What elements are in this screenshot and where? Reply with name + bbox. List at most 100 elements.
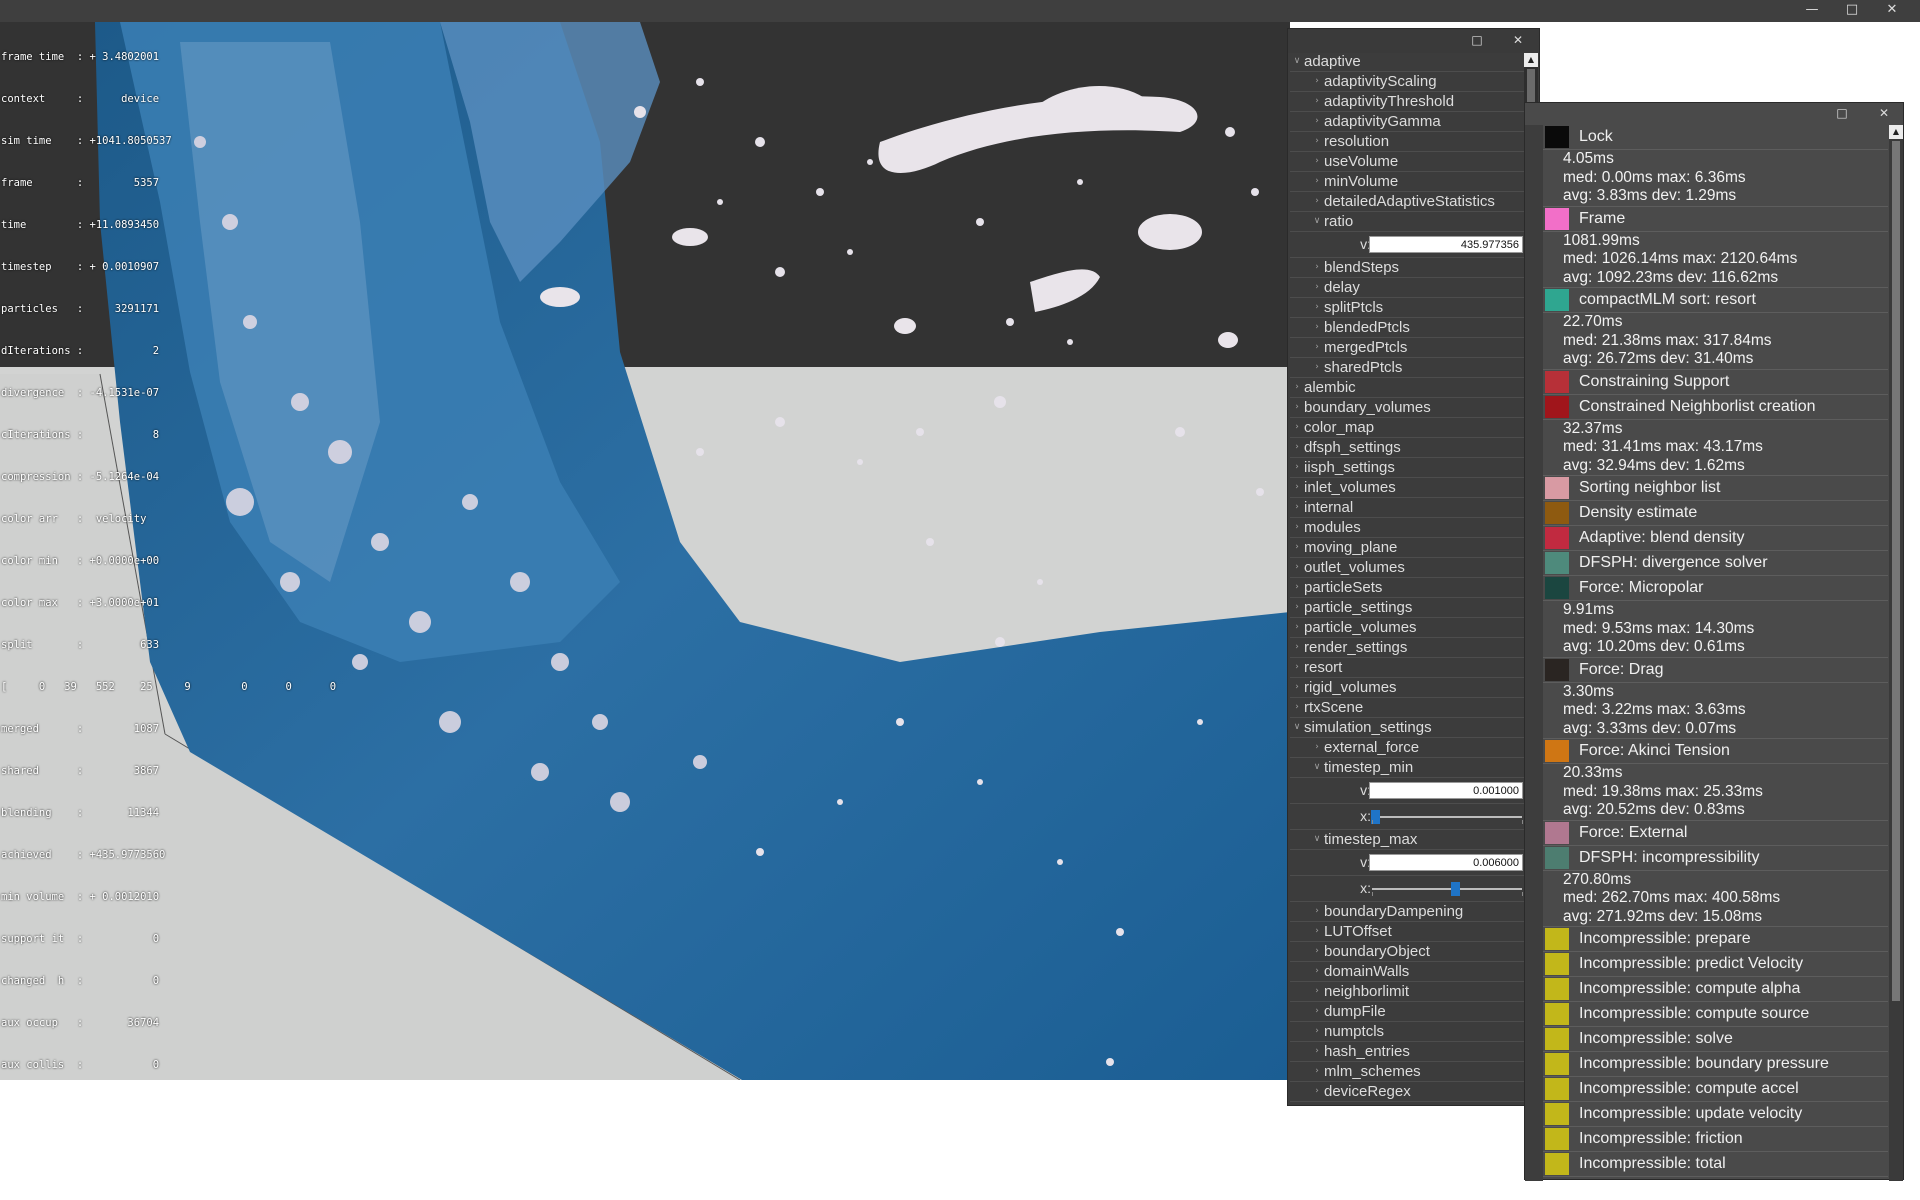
chevron-right-icon[interactable]: › (1291, 478, 1303, 497)
profiler-entry[interactable]: Frame (1543, 207, 1888, 232)
minimize-icon[interactable]: — (1792, 0, 1832, 22)
tree-item[interactable]: › boundaryObject (1290, 942, 1524, 962)
chevron-right-icon[interactable]: › (1291, 378, 1303, 397)
chevron-down-icon[interactable]: ∨ (1311, 212, 1323, 231)
value-input[interactable]: 435.977356 (1369, 236, 1523, 253)
value-input[interactable]: 0.001000 (1369, 782, 1523, 799)
chevron-down-icon[interactable]: ∨ (1291, 52, 1303, 71)
profiler-entry[interactable]: Incompressible: update velocity (1543, 1102, 1888, 1127)
value-slider[interactable] (1372, 882, 1522, 896)
chevron-right-icon[interactable]: › (1291, 618, 1303, 637)
tree-item[interactable]: › color_map (1290, 418, 1524, 438)
scrollbar-thumb[interactable] (1892, 141, 1900, 1001)
tree-item[interactable]: › deviceRegex (1290, 1082, 1524, 1102)
tree-item[interactable]: ∨ timestep_max (1290, 830, 1524, 850)
chevron-right-icon[interactable]: › (1311, 72, 1323, 91)
chevron-right-icon[interactable]: › (1311, 1022, 1323, 1041)
chevron-right-icon[interactable]: › (1311, 1062, 1323, 1081)
tree-item[interactable]: › modules (1290, 518, 1524, 538)
profiler-entry[interactable]: Incompressible: compute accel (1543, 1077, 1888, 1102)
chevron-right-icon[interactable]: › (1311, 278, 1323, 297)
chevron-right-icon[interactable]: › (1311, 298, 1323, 317)
profiler-entry[interactable]: Force: External (1543, 821, 1888, 846)
profiler-entry[interactable]: Sorting neighbor list (1543, 476, 1888, 501)
scroll-up-icon[interactable]: ▲ (1524, 53, 1538, 67)
tree-item[interactable]: › delay (1290, 278, 1524, 298)
profiler-entry[interactable]: compactMLM sort: resort (1543, 288, 1888, 313)
tree-item[interactable]: ∨ adaptive (1290, 52, 1524, 72)
chevron-right-icon[interactable]: › (1291, 398, 1303, 417)
tree-item[interactable]: › alembic (1290, 378, 1524, 398)
profiler-entry[interactable]: Adaptive: blend density (1543, 526, 1888, 551)
tree-item[interactable]: › boundaryDampening (1290, 902, 1524, 922)
maximize-icon[interactable]: □ (1468, 31, 1486, 49)
chevron-right-icon[interactable]: › (1311, 1042, 1323, 1061)
profiler-panel-titlebar[interactable]: □ ✕ (1525, 103, 1903, 125)
tree-item[interactable]: › outlet_volumes (1290, 558, 1524, 578)
tree-item[interactable]: › mlm_schemes (1290, 1062, 1524, 1082)
profiler-entry[interactable]: Incompressible: friction (1543, 1127, 1888, 1152)
tree-item[interactable]: › sharedPtcls (1290, 358, 1524, 378)
chevron-down-icon[interactable]: ∨ (1311, 758, 1323, 777)
chevron-right-icon[interactable]: › (1291, 458, 1303, 477)
tree-item[interactable]: › rtxScene (1290, 698, 1524, 718)
profiler-entry[interactable]: Force: Drag (1543, 658, 1888, 683)
chevron-right-icon[interactable]: › (1311, 942, 1323, 961)
tree-item[interactable]: › hash_entries (1290, 1042, 1524, 1062)
profiler-scrollbar[interactable]: ▲ (1889, 125, 1903, 1181)
tree-item[interactable]: › external_force (1290, 738, 1524, 758)
profiler-entry[interactable]: Incompressible: solve (1543, 1027, 1888, 1052)
chevron-right-icon[interactable]: › (1291, 638, 1303, 657)
chevron-right-icon[interactable]: › (1311, 318, 1323, 337)
chevron-right-icon[interactable]: › (1291, 538, 1303, 557)
profiler-entry[interactable]: Incompressible: boundary pressure (1543, 1052, 1888, 1077)
profiler-entry[interactable]: Incompressible: compute source (1543, 1002, 1888, 1027)
profiler-entry[interactable]: Incompressible: compute alpha (1543, 977, 1888, 1002)
settings-panel-titlebar[interactable]: □ ✕ (1288, 29, 1539, 53)
tree-item[interactable]: ∨ simulation_settings (1290, 718, 1524, 738)
tree-item[interactable]: › detailedAdaptiveStatistics (1290, 192, 1524, 212)
maximize-icon[interactable]: □ (1833, 104, 1851, 122)
chevron-right-icon[interactable]: › (1311, 902, 1323, 921)
chevron-right-icon[interactable]: › (1311, 258, 1323, 277)
chevron-down-icon[interactable]: ∨ (1291, 718, 1303, 737)
profiler-entry[interactable]: DFSPH: divergence solver (1543, 551, 1888, 576)
chevron-right-icon[interactable]: › (1311, 358, 1323, 377)
profiler-entry[interactable]: Incompressible: predict Velocity (1543, 952, 1888, 977)
chevron-right-icon[interactable]: › (1311, 982, 1323, 1001)
chevron-right-icon[interactable]: › (1311, 338, 1323, 357)
profiler-entry[interactable]: Force: Micropolar (1543, 576, 1888, 601)
tree-item[interactable]: › inlet_volumes (1290, 478, 1524, 498)
tree-item[interactable]: › particleSets (1290, 578, 1524, 598)
chevron-right-icon[interactable]: › (1311, 962, 1323, 981)
tree-item[interactable]: › splitPtcls (1290, 298, 1524, 318)
tree-item[interactable]: › boundary_volumes (1290, 398, 1524, 418)
tree-item[interactable]: › neighborlimit (1290, 982, 1524, 1002)
tree-item[interactable]: › render_settings (1290, 638, 1524, 658)
profiler-entry[interactable]: Density estimate (1543, 501, 1888, 526)
chevron-right-icon[interactable]: › (1291, 558, 1303, 577)
chevron-right-icon[interactable]: › (1311, 172, 1323, 191)
tree-item[interactable]: › adaptivityScaling (1290, 72, 1524, 92)
tree-item[interactable]: › dfsph_settings (1290, 438, 1524, 458)
profiler-entry[interactable]: Constraining Support (1543, 370, 1888, 395)
value-slider[interactable] (1371, 810, 1522, 824)
slider-handle[interactable] (1450, 882, 1460, 896)
profiler-entry[interactable]: Incompressible: total (1543, 1152, 1888, 1177)
chevron-right-icon[interactable]: › (1291, 578, 1303, 597)
value-input[interactable]: 0.006000 (1369, 854, 1523, 871)
chevron-down-icon[interactable]: ∨ (1311, 830, 1323, 849)
scroll-up-icon[interactable]: ▲ (1889, 125, 1903, 139)
tree-item[interactable]: › minVolume (1290, 172, 1524, 192)
chevron-right-icon[interactable]: › (1311, 112, 1323, 131)
tree-item[interactable]: › moving_plane (1290, 538, 1524, 558)
tree-item[interactable]: › internal (1290, 498, 1524, 518)
tree-item[interactable]: › adaptivityGamma (1290, 112, 1524, 132)
tree-item[interactable]: › resort (1290, 658, 1524, 678)
profiler-entry[interactable]: Incompressible: prepare (1543, 927, 1888, 952)
profiler-entry[interactable]: DFSPH: incompressibility (1543, 846, 1888, 871)
tree-item[interactable]: › LUTOffset (1290, 922, 1524, 942)
tree-item[interactable]: › domainWalls (1290, 962, 1524, 982)
chevron-right-icon[interactable]: › (1311, 1082, 1323, 1101)
tree-item[interactable]: › mergedPtcls (1290, 338, 1524, 358)
